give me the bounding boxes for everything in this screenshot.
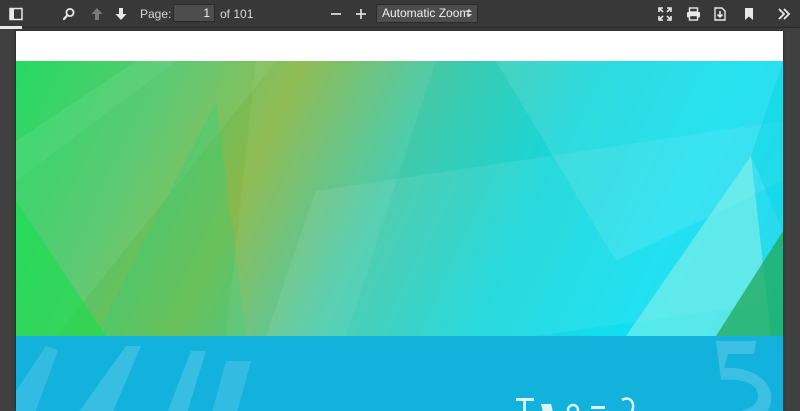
pdf-toolbar: Page: of 101 Automatic Zoom (0, 0, 800, 29)
zoom-in-button[interactable] (350, 4, 372, 24)
double-chevron-right-icon (778, 8, 791, 20)
tools-menu-button[interactable] (773, 4, 795, 24)
updown-caret-icon (466, 9, 472, 17)
page-label: Page: (140, 7, 172, 21)
sidebar-toggle-icon (9, 7, 23, 21)
print-button[interactable] (682, 4, 704, 24)
next-page-button[interactable] (110, 4, 132, 24)
download-icon (714, 7, 726, 21)
minus-icon (331, 13, 341, 15)
toggle-sidebar-button[interactable] (5, 4, 27, 24)
document-viewer[interactable] (0, 29, 800, 411)
previous-page-button[interactable] (86, 4, 108, 24)
cover-polygon-pattern (16, 61, 783, 336)
pdf-page (16, 31, 783, 411)
zoom-select-value: Automatic Zoom (382, 6, 470, 20)
download-button[interactable] (709, 4, 731, 24)
zoom-out-button[interactable] (325, 4, 347, 24)
bookmark-icon (745, 8, 753, 20)
page-number-input[interactable] (173, 4, 215, 22)
page-count: of 101 (220, 7, 254, 21)
bookmark-button[interactable] (738, 4, 760, 24)
presentation-mode-button[interactable] (654, 4, 676, 24)
find-button[interactable] (58, 4, 80, 24)
plus-icon (356, 9, 366, 19)
arrow-up-icon (91, 8, 103, 20)
arrow-down-icon (115, 8, 127, 20)
cover-artwork (16, 61, 783, 336)
search-icon (62, 8, 75, 21)
zoom-select[interactable]: Automatic Zoom (376, 4, 478, 23)
print-icon (686, 7, 700, 21)
fullscreen-icon (658, 7, 672, 21)
